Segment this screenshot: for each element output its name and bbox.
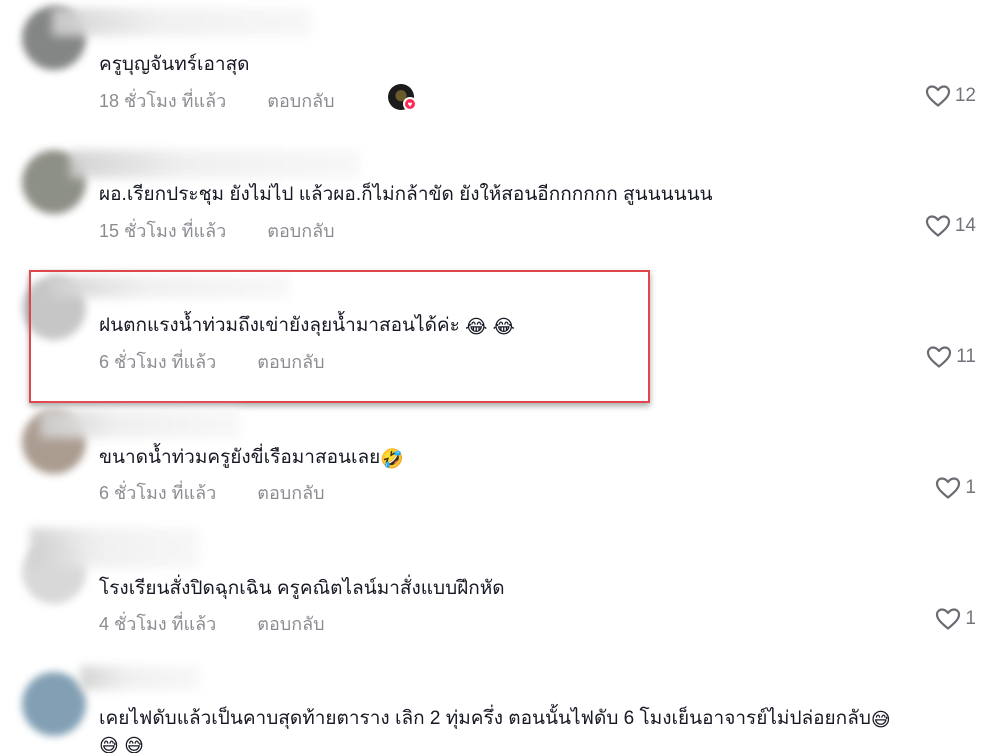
heart-icon (936, 477, 961, 499)
like-count: 11 (956, 346, 976, 367)
rolling-laughing-emoji-icon: 🤣 (380, 449, 404, 470)
comment-text: เคยไฟดับแล้วเป็นคาบสุดท้ายตาราง เลิก 2 ท… (99, 706, 891, 734)
comment-meta: 18 ชั่วโมง ที่แล้ว ตอบกลับ (99, 86, 335, 115)
like-button[interactable]: 14 (925, 214, 976, 238)
comment-time: 6 ชั่วโมง ที่แล้ว (99, 483, 217, 503)
comment-meta: 15 ชั่วโมง ที่แล้ว ตอบกลับ (99, 216, 335, 245)
comment-time: 18 ชั่วโมง ที่แล้ว (99, 91, 227, 111)
username-redacted (40, 410, 240, 438)
reply-button[interactable]: ตอบกลับ (257, 478, 324, 507)
username-redacted (30, 528, 200, 568)
reply-button[interactable]: ตอบกลับ (267, 216, 334, 245)
comment-text: ขนาดน้ำท่วมครูยังขี่เรือมาสอนเลย🤣 (99, 445, 404, 473)
comment-meta: 4 ชั่วโมง ที่แล้ว ตอบกลับ (99, 609, 325, 638)
creator-liked-heart-icon: ♥ (403, 97, 417, 111)
heart-icon (925, 85, 950, 107)
comment-meta: 6 ชั่วโมง ที่แล้ว ตอบกลับ (99, 478, 325, 507)
comment-time: 15 ชั่วโมง ที่แล้ว (99, 221, 227, 241)
sweat-smile-emoji-icon: 😅 😅 (99, 736, 144, 753)
username-redacted (52, 8, 312, 36)
comment-text: โรงเรียนสั่งปิดฉุกเฉิน ครูคณิตไลน์มาสั่ง… (99, 578, 505, 599)
like-count: 12 (954, 85, 976, 106)
reply-button[interactable]: ตอบกลับ (257, 609, 324, 638)
reply-button[interactable]: ตอบกลับ (267, 86, 334, 115)
comment-text: ครูบุญจันทร์เอาสุด (99, 54, 250, 75)
username-redacted (70, 150, 360, 178)
sweat-smile-emoji-icon: 😅 (870, 710, 891, 731)
heart-icon (936, 608, 961, 630)
like-button[interactable]: 1 (935, 607, 976, 631)
avatar[interactable] (22, 672, 86, 736)
highlight-annotation-box (29, 270, 650, 403)
like-button[interactable]: 12 (925, 84, 976, 108)
heart-icon (927, 346, 952, 368)
comment-text-line2: 😅 😅 (99, 732, 144, 753)
heart-icon (925, 215, 950, 237)
comment-text-body: เคยไฟดับแล้วเป็นคาบสุดท้ายตาราง เลิก 2 ท… (99, 708, 871, 729)
like-button[interactable]: 11 (926, 345, 976, 369)
like-button[interactable]: 1 (935, 476, 976, 500)
username-redacted (80, 666, 200, 690)
comment-time: 4 ชั่วโมง ที่แล้ว (99, 614, 217, 634)
like-count: 14 (954, 215, 976, 236)
comment-text: ผอ.เรียกประชุม ยังไม่ไป แล้วผอ.ก็ไม่กล้า… (99, 184, 713, 205)
like-count: 1 (965, 608, 976, 629)
comment-text-body: ขนาดน้ำท่วมครูยังขี่เรือมาสอนเลย (99, 447, 381, 468)
like-count: 1 (965, 477, 976, 498)
